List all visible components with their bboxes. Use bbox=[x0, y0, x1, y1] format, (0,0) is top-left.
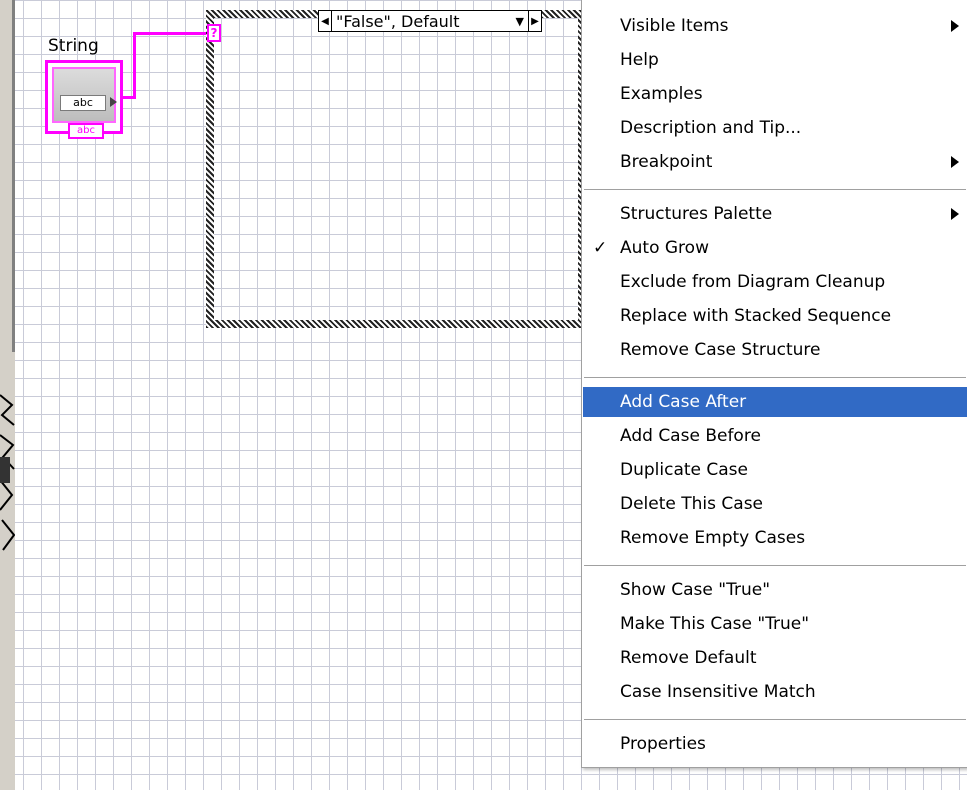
menu-item-label: Duplicate Case bbox=[620, 460, 748, 480]
menu-item-exclude-from-diagram-cleanup[interactable]: Exclude from Diagram Cleanup bbox=[583, 267, 967, 297]
case-selector-label[interactable]: ◀ "False", Default ▼ ▶ bbox=[318, 10, 542, 32]
string-control-label: String bbox=[48, 36, 99, 56]
menu-item-label: Help bbox=[620, 50, 659, 70]
menu-item-breakpoint[interactable]: Breakpoint bbox=[583, 147, 967, 177]
menu-item-duplicate-case[interactable]: Duplicate Case bbox=[583, 455, 967, 485]
menu-item-label: Case Insensitive Match bbox=[620, 682, 816, 702]
menu-separator bbox=[584, 377, 966, 379]
menu-separator bbox=[584, 719, 966, 721]
menu-separator bbox=[584, 189, 966, 191]
string-value-box: abc bbox=[60, 95, 106, 111]
menu-item-label: Add Case After bbox=[620, 392, 747, 412]
menu-item-label: Examples bbox=[620, 84, 703, 104]
menu-item-replace-with-stacked-sequence[interactable]: Replace with Stacked Sequence bbox=[583, 301, 967, 331]
menu-item-label: Breakpoint bbox=[620, 152, 713, 172]
menu-item-delete-this-case[interactable]: Delete This Case bbox=[583, 489, 967, 519]
menu-item-make-this-case-true[interactable]: Make This Case "True" bbox=[583, 609, 967, 639]
menu-item-label: Properties bbox=[620, 734, 706, 754]
menu-item-label: Exclude from Diagram Cleanup bbox=[620, 272, 886, 292]
string-wire-h2[interactable] bbox=[133, 32, 209, 35]
string-control-terminal[interactable]: abc abc bbox=[45, 60, 123, 139]
menu-item-add-case-before[interactable]: Add Case Before bbox=[583, 421, 967, 451]
left-panel-border bbox=[0, 0, 15, 352]
menu-item-remove-case-structure[interactable]: Remove Case Structure bbox=[583, 335, 967, 365]
submenu-arrow-icon bbox=[951, 208, 959, 220]
menu-item-add-case-after[interactable]: Add Case After bbox=[583, 387, 967, 417]
case-label-text: "False", Default bbox=[336, 11, 460, 31]
menu-item-label: Visible Items bbox=[620, 16, 729, 36]
case-selector-terminal[interactable]: ? bbox=[207, 24, 221, 42]
case-structure-frame[interactable] bbox=[206, 10, 586, 328]
next-case-arrow-icon[interactable]: ▶ bbox=[528, 11, 541, 31]
submenu-arrow-icon bbox=[951, 156, 959, 168]
menu-item-label: Remove Default bbox=[620, 648, 757, 668]
output-arrow-icon bbox=[110, 97, 117, 107]
menu-item-label: Auto Grow bbox=[620, 238, 709, 258]
menu-item-label: Remove Empty Cases bbox=[620, 528, 806, 548]
checkmark-icon: ✓ bbox=[593, 238, 608, 258]
menu-item-label: Make This Case "True" bbox=[620, 614, 810, 634]
menu-item-remove-default[interactable]: Remove Default bbox=[583, 643, 967, 673]
prev-case-arrow-icon[interactable]: ◀ bbox=[319, 11, 332, 31]
menu-item-show-case-true[interactable]: Show Case "True" bbox=[583, 575, 967, 605]
palette-glyph-icon bbox=[0, 394, 15, 551]
string-type-tag: abc bbox=[68, 123, 104, 139]
menu-item-label: Remove Case Structure bbox=[620, 340, 821, 360]
menu-item-label: Show Case "True" bbox=[620, 580, 771, 600]
context-menu: Visible Items Help Examples Description and… bbox=[581, 0, 967, 768]
menu-item-remove-empty-cases[interactable]: Remove Empty Cases bbox=[583, 523, 967, 553]
menu-item-visible-items[interactable]: Visible Items bbox=[583, 11, 967, 41]
string-control-body: abc bbox=[52, 67, 117, 123]
case-dropdown-icon[interactable]: ▼ bbox=[516, 15, 528, 28]
menu-item-description-and-tip[interactable]: Description and Tip... bbox=[583, 113, 967, 143]
menu-item-label: Delete This Case bbox=[620, 494, 764, 514]
string-wire-v[interactable] bbox=[133, 32, 136, 99]
menu-item-case-insensitive-match[interactable]: Case Insensitive Match bbox=[583, 677, 967, 707]
menu-separator bbox=[584, 565, 966, 567]
menu-item-label: Add Case Before bbox=[620, 426, 761, 446]
menu-item-examples[interactable]: Examples bbox=[583, 79, 967, 109]
menu-item-label: Replace with Stacked Sequence bbox=[620, 306, 892, 326]
menu-item-auto-grow[interactable]: ✓ Auto Grow bbox=[583, 233, 967, 263]
menu-item-properties[interactable]: Properties bbox=[583, 729, 967, 759]
menu-item-label: Description and Tip... bbox=[620, 118, 802, 138]
submenu-arrow-icon bbox=[951, 20, 959, 32]
menu-item-label: Structures Palette bbox=[620, 204, 773, 224]
menu-item-structures-palette[interactable]: Structures Palette bbox=[583, 199, 967, 229]
menu-item-help[interactable]: Help bbox=[583, 45, 967, 75]
left-window-edge bbox=[0, 0, 15, 790]
